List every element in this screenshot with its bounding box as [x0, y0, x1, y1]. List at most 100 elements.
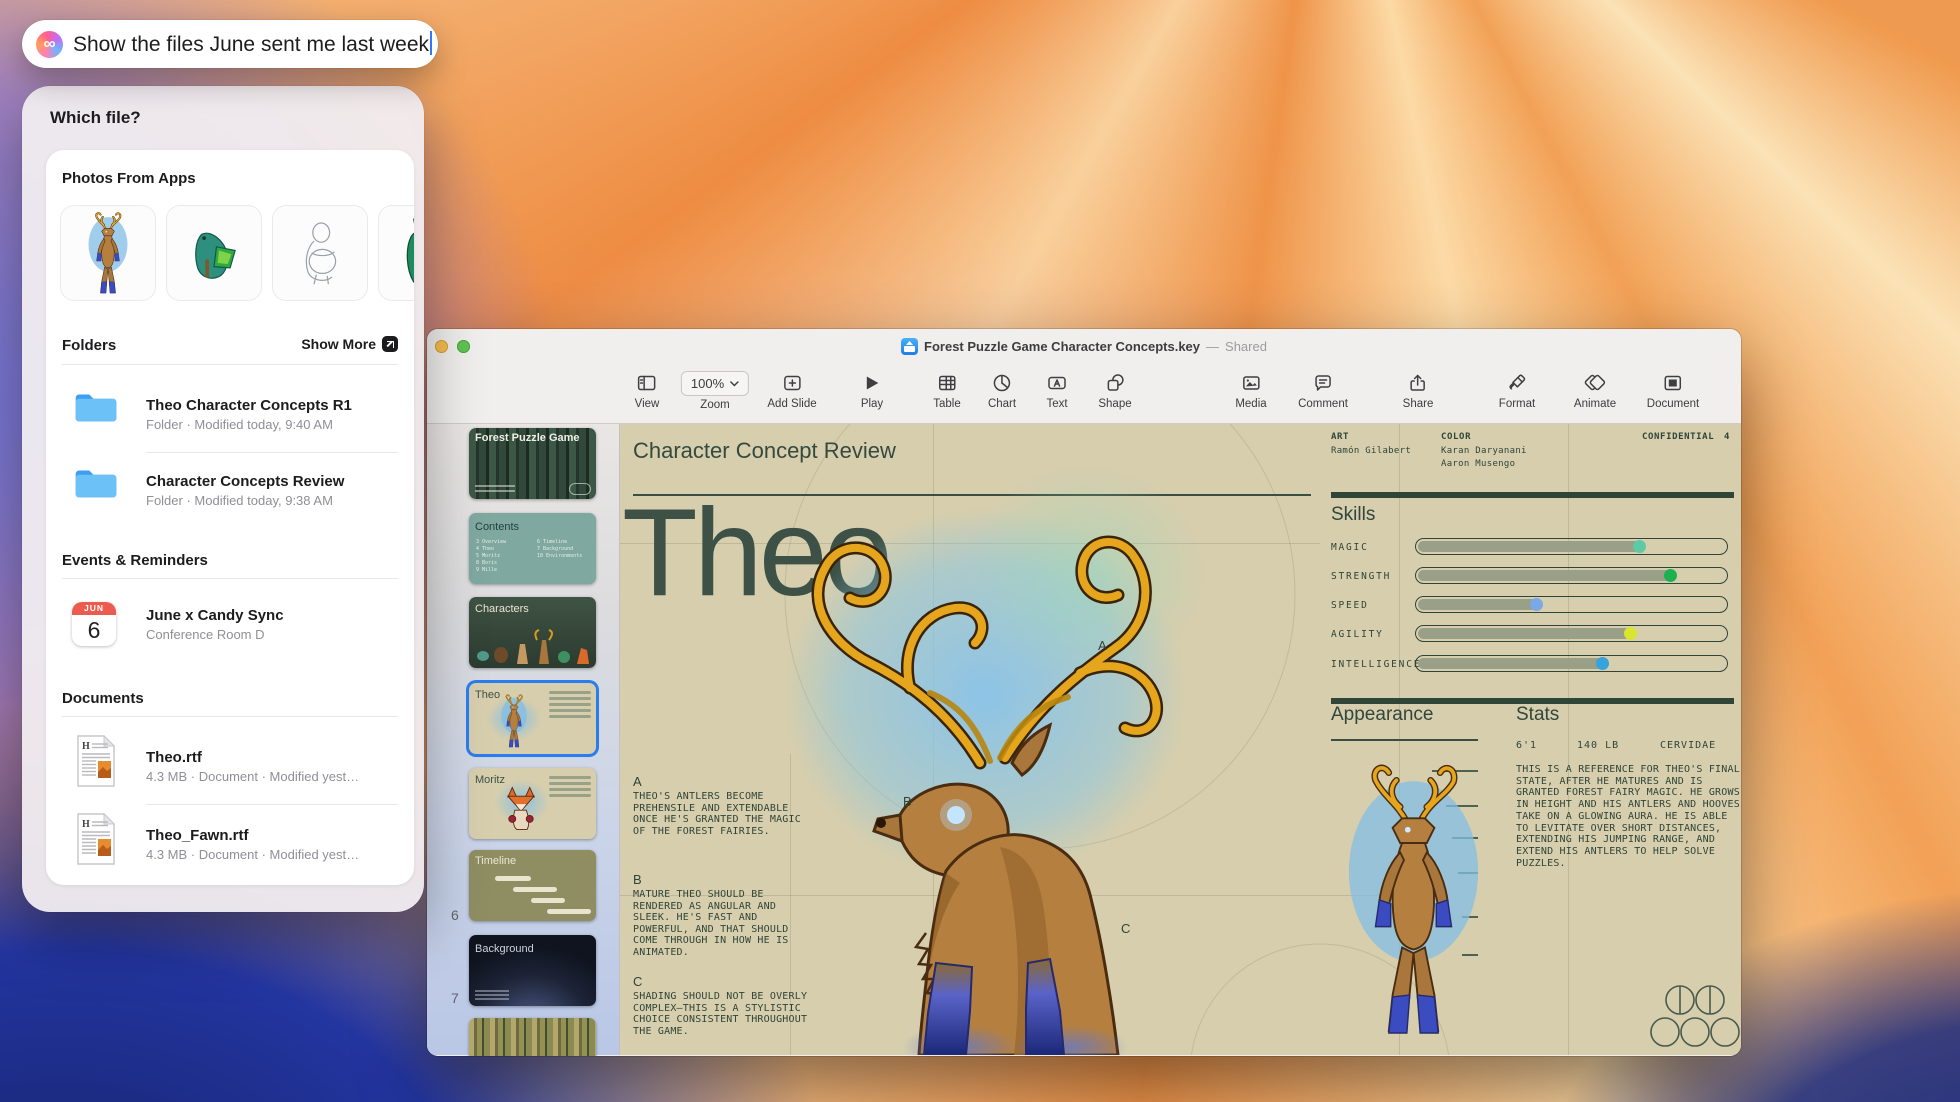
desktop-wallpaper: Forest Puzzle Game Character Concepts.ke…	[0, 0, 1960, 1102]
chart-icon	[992, 371, 1012, 395]
skill-bar-speed: SPEED	[1331, 596, 1734, 613]
add-slide-icon	[782, 371, 802, 395]
format-icon	[1507, 371, 1527, 395]
siri-search-bar[interactable]: Show the files June sent me last week	[22, 20, 438, 68]
play-button[interactable]: Play	[861, 371, 883, 410]
rtf-document-icon: H	[77, 734, 116, 787]
folders-section-title: Folders	[62, 337, 117, 354]
credit-art-name: Ramón Gilabert	[1331, 446, 1412, 456]
siri-icon	[36, 30, 63, 58]
slide-canvas[interactable]: Character Concept Review ART Ramón Gilab…	[620, 424, 1741, 1055]
stats-title: Stats	[1516, 704, 1560, 725]
format-button[interactable]: Format	[1499, 371, 1535, 410]
mini-moritz-art	[507, 787, 535, 830]
theo-illustration	[811, 535, 1163, 1055]
photo-thumb-deer-character[interactable]	[60, 205, 156, 301]
shape-icon	[1105, 371, 1125, 395]
svg-text:H: H	[82, 819, 90, 830]
text-button[interactable]: Text	[1046, 371, 1068, 410]
photo-thumb-turtle-character[interactable]	[166, 205, 262, 301]
animate-button[interactable]: Animate	[1574, 371, 1616, 410]
titlebar[interactable]: Forest Puzzle Game Character Concepts.ke…	[427, 329, 1741, 364]
skills-title: Skills	[1331, 504, 1376, 525]
share-button[interactable]: Share	[1403, 371, 1433, 410]
slide-thumbnail-background[interactable]: Background	[469, 935, 596, 1006]
folder-row-theo-character-concepts[interactable]: Theo Character Concepts R1 Folder · Modi…	[146, 396, 398, 434]
sketch-character-image	[305, 222, 337, 285]
stat-weight: 140 LB	[1577, 740, 1620, 751]
text-cursor	[430, 31, 433, 55]
marker-c: C	[1121, 921, 1131, 936]
confidential-label: CONFIDENTIAL	[1642, 432, 1715, 442]
document-title: Forest Puzzle Game Character Concepts.ke…	[924, 339, 1201, 354]
keynote-window: Forest Puzzle Game Character Concepts.ke…	[427, 329, 1741, 1056]
slide-thumbnail-environments[interactable]	[469, 1018, 596, 1056]
view-icon	[637, 371, 657, 395]
rtf-document-icon: H	[77, 812, 116, 865]
shape-button[interactable]: Shape	[1098, 371, 1132, 410]
slide-thumbnail-forest-puzzle-game[interactable]: Forest Puzzle Game	[469, 428, 596, 499]
slide-thumbnail-moritz[interactable]: Moritz	[469, 768, 596, 839]
results-prompt: Which file?	[50, 108, 141, 127]
contents-list-right: 6 Timeline 7 Background 10 Environments	[537, 539, 583, 559]
slide-thumbnail-theo-selected[interactable]: Theo	[469, 683, 596, 754]
comment-icon	[1313, 371, 1333, 395]
chart-button[interactable]: Chart	[988, 371, 1016, 410]
skill-bar-magic: MAGIC	[1331, 538, 1734, 555]
document-row-theo-rtf[interactable]: Theo.rtf 4.3 MB · Document · Modified ye…	[146, 748, 398, 786]
document-row-theo-fawn-rtf[interactable]: Theo_Fawn.rtf 4.3 MB · Document · Modifi…	[146, 826, 398, 864]
slide-thumbnail-characters[interactable]: Characters	[469, 597, 596, 668]
text-icon	[1046, 371, 1068, 395]
photos-section-title: Photos From Apps	[62, 170, 196, 187]
comment-button[interactable]: Comment	[1298, 371, 1348, 410]
credit-art-label: ART	[1331, 432, 1350, 442]
deer-character-image	[79, 210, 137, 296]
show-more-button[interactable]: Show More	[301, 336, 398, 352]
documents-section-title: Documents	[62, 690, 144, 707]
calendar-icon: JUN 6	[72, 602, 116, 646]
media-button[interactable]: Media	[1235, 371, 1267, 410]
studio-monogram-icon	[1650, 985, 1740, 1047]
slide-thumbnail-timeline[interactable]: Timeline	[469, 850, 596, 921]
search-query[interactable]: Show the files June sent me last week	[73, 31, 433, 57]
character-lineup-art	[477, 629, 589, 664]
skill-bar-intelligence: INTELLIGENCE	[1331, 655, 1734, 672]
event-row-june-candy-sync[interactable]: June x Candy Sync Conference Room D	[146, 606, 398, 644]
appearance-reference-art	[1347, 754, 1480, 1046]
stats-description: THIS IS A REFERENCE FOR THEO'S FINAL STA…	[1516, 764, 1740, 869]
slide-thumbnail-contents[interactable]: Contents 3 Overview 4 Theo 5 Moritz 8 Bo…	[469, 513, 596, 584]
animate-icon	[1583, 371, 1607, 395]
zoom-value[interactable]: 100%	[680, 371, 750, 396]
skill-bar-strength: STRENGTH	[1331, 567, 1734, 584]
siri-results-panel: Which file? Photos From Apps Folders Sho…	[22, 86, 424, 912]
stat-species: CERVIDAE	[1660, 740, 1717, 751]
title-dash: —	[1206, 339, 1220, 354]
slide-title: Character Concept Review	[633, 438, 896, 463]
folder-row-character-concepts-review[interactable]: Character Concepts Review Folder · Modif…	[146, 472, 398, 510]
toolbar: View 100% Zoom Add Slide Play Table Char…	[427, 364, 1741, 424]
add-slide-button[interactable]: Add Slide	[767, 371, 817, 410]
keynote-doc-icon	[901, 338, 919, 355]
credit-color-names: Karan Daryanani Aaron Musengo	[1441, 446, 1527, 469]
slide-number-6: 6	[451, 907, 459, 923]
stat-height: 6'1	[1516, 740, 1538, 751]
note-a: A THEO'S ANTLERS BECOME PREHENSILE AND E…	[633, 774, 801, 837]
appearance-title: Appearance	[1331, 704, 1434, 725]
view-button[interactable]: View	[635, 371, 659, 410]
marker-a: A	[1098, 638, 1107, 653]
slide-navigator: Forest Puzzle Game Contents 3 Overview 4…	[427, 424, 620, 1056]
table-button[interactable]: Table	[933, 371, 961, 410]
slide-number-7: 7	[451, 990, 459, 1006]
zoom-control[interactable]: 100% Zoom	[680, 371, 750, 411]
green-character-image	[406, 218, 414, 283]
document-button[interactable]: Document	[1647, 371, 1699, 410]
table-icon	[937, 371, 957, 395]
marker-b: B	[903, 794, 912, 809]
photo-thumb-sketch-character[interactable]	[272, 205, 368, 301]
note-b: B MATURE THEO SHOULD BE RENDERED AS ANGU…	[633, 872, 789, 958]
play-icon	[863, 371, 881, 395]
photo-thumb-green-character[interactable]	[378, 205, 414, 301]
page-number: 4	[1724, 432, 1731, 442]
mini-theo-art	[500, 693, 528, 749]
shared-status: Shared	[1225, 339, 1267, 354]
